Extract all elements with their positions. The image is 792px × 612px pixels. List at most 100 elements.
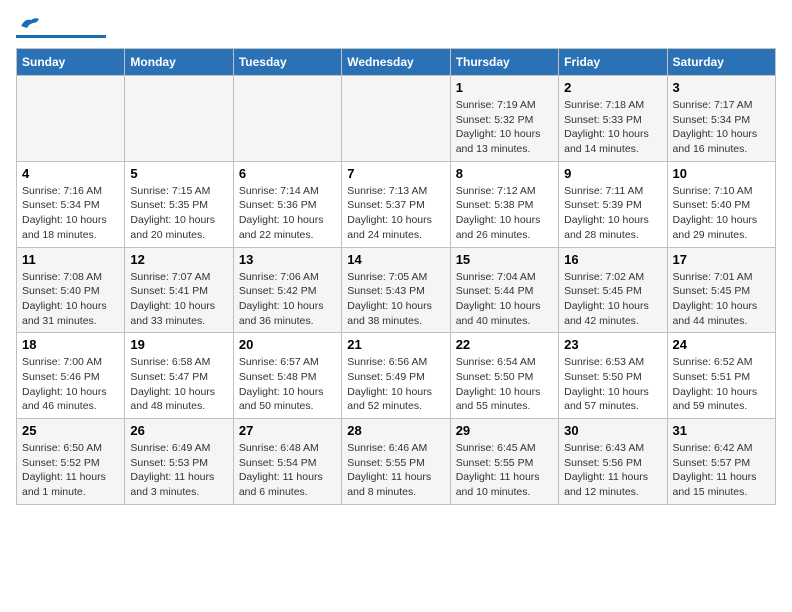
- day-info: Sunrise: 6:57 AM Sunset: 5:48 PM Dayligh…: [239, 355, 336, 414]
- day-info: Sunrise: 7:06 AM Sunset: 5:42 PM Dayligh…: [239, 270, 336, 329]
- calendar-cell: 24 Sunrise: 6:52 AM Sunset: 5:51 PM Dayli…: [667, 333, 775, 419]
- calendar-cell: [125, 76, 233, 162]
- day-info: Sunrise: 6:54 AM Sunset: 5:50 PM Dayligh…: [456, 355, 553, 414]
- calendar-body: 1Sunrise: 7:19 AM Sunset: 5:32 PM Daylig…: [17, 76, 776, 505]
- calendar-cell: 18 Sunrise: 7:00 AM Sunset: 5:46 PM Dayli…: [17, 333, 125, 419]
- day-info: Sunrise: 6:56 AM Sunset: 5:49 PM Dayligh…: [347, 355, 444, 414]
- day-info: Sunrise: 7:10 AM Sunset: 5:40 PM Dayligh…: [673, 184, 770, 243]
- day-number: 10: [673, 166, 770, 181]
- day-info: Sunrise: 6:58 AM Sunset: 5:47 PM Dayligh…: [130, 355, 227, 414]
- day-number: 1: [456, 80, 553, 95]
- day-info: Sunrise: 7:18 AM Sunset: 5:33 PM Dayligh…: [564, 98, 661, 157]
- calendar-cell: 30 Sunrise: 6:43 AM Sunset: 5:56 PM Dayli…: [559, 419, 667, 505]
- calendar-cell: 14 Sunrise: 7:05 AM Sunset: 5:43 PM Dayli…: [342, 247, 450, 333]
- day-number: 5: [130, 166, 227, 181]
- header-cell-thursday: Thursday: [450, 49, 558, 76]
- calendar-cell: 19Sunrise: 6:58 AM Sunset: 5:47 PM Dayli…: [125, 333, 233, 419]
- day-number: 4: [22, 166, 119, 181]
- day-number: 6: [239, 166, 336, 181]
- day-info: Sunrise: 7:11 AM Sunset: 5:39 PM Dayligh…: [564, 184, 661, 243]
- calendar-cell: 4 Sunrise: 7:16 AM Sunset: 5:34 PM Daylig…: [17, 161, 125, 247]
- calendar-cell: 6 Sunrise: 7:14 AM Sunset: 5:36 PM Daylig…: [233, 161, 341, 247]
- day-number: 27: [239, 423, 336, 438]
- day-number: 21: [347, 337, 444, 352]
- day-info: Sunrise: 7:05 AM Sunset: 5:43 PM Dayligh…: [347, 270, 444, 329]
- calendar-cell: 10 Sunrise: 7:10 AM Sunset: 5:40 PM Dayli…: [667, 161, 775, 247]
- day-number: 18: [22, 337, 119, 352]
- day-info: Sunrise: 7:15 AM Sunset: 5:35 PM Dayligh…: [130, 184, 227, 243]
- day-info: Sunrise: 7:17 AM Sunset: 5:34 PM Dayligh…: [673, 98, 770, 157]
- calendar-cell: 3 Sunrise: 7:17 AM Sunset: 5:34 PM Daylig…: [667, 76, 775, 162]
- calendar-cell: 7 Sunrise: 7:13 AM Sunset: 5:37 PM Daylig…: [342, 161, 450, 247]
- header-cell-sunday: Sunday: [17, 49, 125, 76]
- day-number: 25: [22, 423, 119, 438]
- day-info: Sunrise: 7:14 AM Sunset: 5:36 PM Dayligh…: [239, 184, 336, 243]
- header-cell-friday: Friday: [559, 49, 667, 76]
- calendar-cell: [233, 76, 341, 162]
- page-header: [16, 16, 776, 38]
- calendar-table: SundayMondayTuesdayWednesdayThursdayFrid…: [16, 48, 776, 505]
- day-number: 14: [347, 252, 444, 267]
- day-number: 17: [673, 252, 770, 267]
- day-info: Sunrise: 6:48 AM Sunset: 5:54 PM Dayligh…: [239, 441, 336, 500]
- calendar-week-3: 11 Sunrise: 7:08 AM Sunset: 5:40 PM Dayli…: [17, 247, 776, 333]
- day-number: 12: [130, 252, 227, 267]
- day-number: 26: [130, 423, 227, 438]
- calendar-cell: 2 Sunrise: 7:18 AM Sunset: 5:33 PM Daylig…: [559, 76, 667, 162]
- day-number: 2: [564, 80, 661, 95]
- header-cell-monday: Monday: [125, 49, 233, 76]
- day-number: 31: [673, 423, 770, 438]
- day-info: Sunrise: 7:00 AM Sunset: 5:46 PM Dayligh…: [22, 355, 119, 414]
- day-number: 3: [673, 80, 770, 95]
- day-info: Sunrise: 6:52 AM Sunset: 5:51 PM Dayligh…: [673, 355, 770, 414]
- header-row: SundayMondayTuesdayWednesdayThursdayFrid…: [17, 49, 776, 76]
- day-info: Sunrise: 7:16 AM Sunset: 5:34 PM Dayligh…: [22, 184, 119, 243]
- day-info: Sunrise: 7:04 AM Sunset: 5:44 PM Dayligh…: [456, 270, 553, 329]
- calendar-cell: 25 Sunrise: 6:50 AM Sunset: 5:52 PM Dayli…: [17, 419, 125, 505]
- calendar-week-5: 25 Sunrise: 6:50 AM Sunset: 5:52 PM Dayli…: [17, 419, 776, 505]
- calendar-cell: 26Sunrise: 6:49 AM Sunset: 5:53 PM Dayli…: [125, 419, 233, 505]
- calendar-cell: 11 Sunrise: 7:08 AM Sunset: 5:40 PM Dayli…: [17, 247, 125, 333]
- day-info: Sunrise: 7:13 AM Sunset: 5:37 PM Dayligh…: [347, 184, 444, 243]
- day-number: 13: [239, 252, 336, 267]
- header-cell-saturday: Saturday: [667, 49, 775, 76]
- calendar-cell: 28 Sunrise: 6:46 AM Sunset: 5:55 PM Dayli…: [342, 419, 450, 505]
- header-cell-wednesday: Wednesday: [342, 49, 450, 76]
- calendar-cell: 27 Sunrise: 6:48 AM Sunset: 5:54 PM Dayli…: [233, 419, 341, 505]
- calendar-cell: 29 Sunrise: 6:45 AM Sunset: 5:55 PM Dayli…: [450, 419, 558, 505]
- calendar-cell: 15 Sunrise: 7:04 AM Sunset: 5:44 PM Dayli…: [450, 247, 558, 333]
- day-number: 15: [456, 252, 553, 267]
- calendar-cell: 9 Sunrise: 7:11 AM Sunset: 5:39 PM Daylig…: [559, 161, 667, 247]
- day-number: 11: [22, 252, 119, 267]
- day-info: Sunrise: 6:50 AM Sunset: 5:52 PM Dayligh…: [22, 441, 119, 500]
- day-number: 20: [239, 337, 336, 352]
- calendar-cell: 16Sunrise: 7:02 AM Sunset: 5:45 PM Dayli…: [559, 247, 667, 333]
- day-number: 9: [564, 166, 661, 181]
- calendar-cell: 17 Sunrise: 7:01 AM Sunset: 5:45 PM Dayli…: [667, 247, 775, 333]
- day-number: 29: [456, 423, 553, 438]
- day-info: Sunrise: 6:45 AM Sunset: 5:55 PM Dayligh…: [456, 441, 553, 500]
- day-number: 7: [347, 166, 444, 181]
- day-info: Sunrise: 7:07 AM Sunset: 5:41 PM Dayligh…: [130, 270, 227, 329]
- calendar-cell: [17, 76, 125, 162]
- calendar-cell: 1Sunrise: 7:19 AM Sunset: 5:32 PM Daylig…: [450, 76, 558, 162]
- bird-icon: [19, 16, 41, 34]
- calendar-week-1: 1Sunrise: 7:19 AM Sunset: 5:32 PM Daylig…: [17, 76, 776, 162]
- day-info: Sunrise: 7:08 AM Sunset: 5:40 PM Dayligh…: [22, 270, 119, 329]
- calendar-week-4: 18 Sunrise: 7:00 AM Sunset: 5:46 PM Dayli…: [17, 333, 776, 419]
- day-info: Sunrise: 6:43 AM Sunset: 5:56 PM Dayligh…: [564, 441, 661, 500]
- calendar-cell: [342, 76, 450, 162]
- day-number: 23: [564, 337, 661, 352]
- calendar-cell: 12 Sunrise: 7:07 AM Sunset: 5:41 PM Dayli…: [125, 247, 233, 333]
- day-number: 24: [673, 337, 770, 352]
- day-info: Sunrise: 6:53 AM Sunset: 5:50 PM Dayligh…: [564, 355, 661, 414]
- day-number: 30: [564, 423, 661, 438]
- day-info: Sunrise: 7:01 AM Sunset: 5:45 PM Dayligh…: [673, 270, 770, 329]
- day-info: Sunrise: 6:42 AM Sunset: 5:57 PM Dayligh…: [673, 441, 770, 500]
- calendar-cell: 22Sunrise: 6:54 AM Sunset: 5:50 PM Dayli…: [450, 333, 558, 419]
- day-info: Sunrise: 6:46 AM Sunset: 5:55 PM Dayligh…: [347, 441, 444, 500]
- logo: [16, 16, 106, 38]
- day-number: 28: [347, 423, 444, 438]
- calendar-cell: 31 Sunrise: 6:42 AM Sunset: 5:57 PM Dayli…: [667, 419, 775, 505]
- calendar-week-2: 4 Sunrise: 7:16 AM Sunset: 5:34 PM Daylig…: [17, 161, 776, 247]
